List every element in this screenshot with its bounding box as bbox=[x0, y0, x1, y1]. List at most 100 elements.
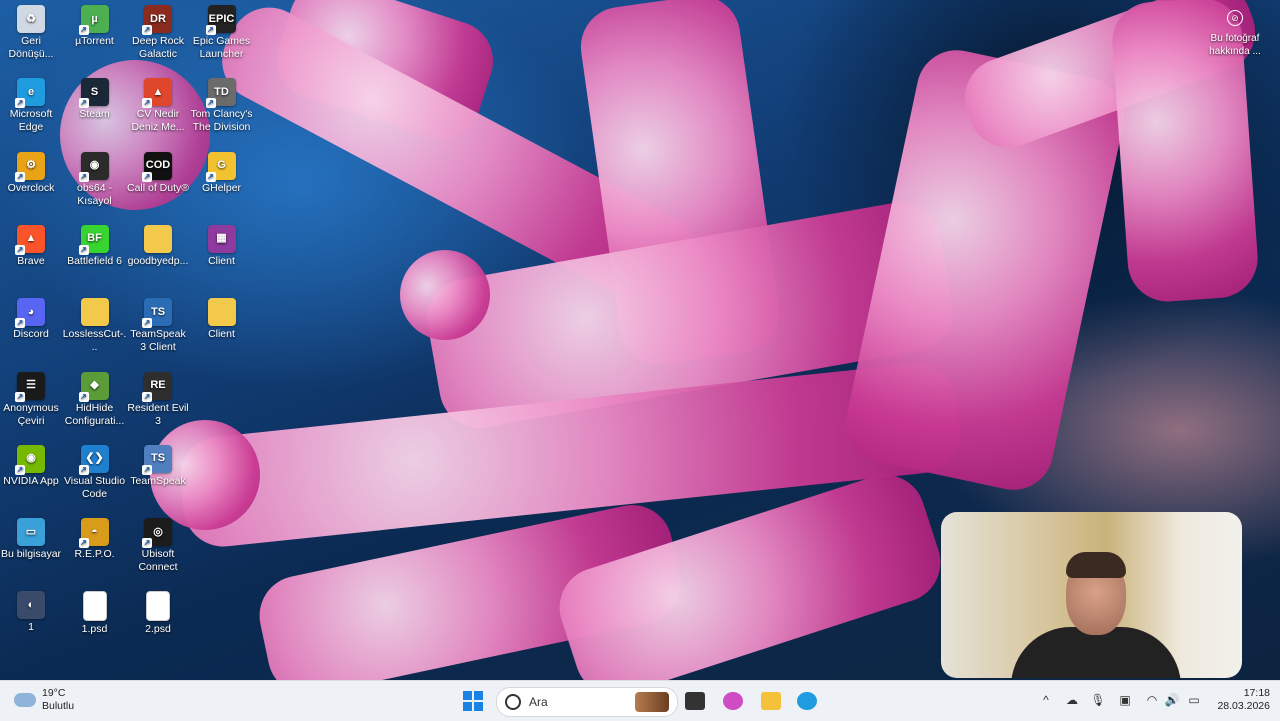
desktop-icon[interactable]: ▲ ↗ CV Nedir Deniz Me... bbox=[126, 73, 190, 134]
desktop-icon[interactable]: RE ↗ Resident Evil 3 bbox=[126, 367, 190, 428]
battery-icon[interactable]: ▭ bbox=[1185, 691, 1203, 709]
shortcut-arrow-icon: ↗ bbox=[78, 464, 89, 475]
anonymous-icon: ☰ ↗ bbox=[15, 371, 45, 402]
desktop-icon-label: HidHide Configurati... bbox=[64, 401, 125, 427]
edge-icon: e ↗ bbox=[15, 78, 45, 109]
overclock-icon: ⚙ ↗ bbox=[15, 151, 45, 182]
desktop-icon[interactable]: ❮❯ ↗ Visual Studio Code bbox=[63, 440, 127, 501]
desktop-icon[interactable]: ◎ ↗ Ubisoft Connect bbox=[126, 513, 190, 574]
taskbar-app-button[interactable] bbox=[757, 687, 785, 715]
search-placeholder: Ara bbox=[529, 695, 548, 709]
battlefield-icon: BF ↗ bbox=[78, 224, 109, 255]
icon-glyph: ◕ bbox=[27, 305, 35, 318]
desktop-icon[interactable]: S ↗ Steam bbox=[63, 73, 127, 121]
windows-logo-icon bbox=[463, 691, 483, 711]
search-box[interactable]: Ara bbox=[496, 687, 678, 717]
photo-info-button[interactable]: ⊘ Bu fotoğraf hakkında ... bbox=[1204, 8, 1266, 58]
taskbar-app-button[interactable] bbox=[793, 687, 821, 715]
desktop-icon[interactable]: COD ↗ Call of Duty® bbox=[126, 147, 190, 195]
desktop-icon[interactable]: TS ↗ TeamSpeak 3 Client bbox=[126, 293, 190, 354]
microphone-icon[interactable]: 🎙 bbox=[1089, 691, 1107, 709]
shortcut-arrow-icon: ↗ bbox=[142, 464, 152, 475]
desktop-icon[interactable]: 1.psd bbox=[63, 586, 127, 636]
desktop-icon[interactable]: µ ↗ µTorrent bbox=[63, 0, 127, 48]
shortcut-arrow-icon: ↗ bbox=[15, 244, 25, 255]
desktop-icon[interactable]: ▦ Client bbox=[190, 220, 254, 268]
shortcut-arrow-icon: ↗ bbox=[205, 25, 216, 35]
desktop-icon[interactable]: G ↗ GHelper bbox=[190, 147, 254, 195]
desktop-icon-label: Call of Duty® bbox=[126, 181, 189, 194]
shortcut-arrow-icon: ↗ bbox=[205, 98, 216, 109]
desktop-icon[interactable]: ☰ ↗ Anonymous Çeviri bbox=[0, 367, 63, 428]
desktop-icon[interactable]: LosslessCut-... bbox=[63, 293, 127, 354]
icon-glyph: µ bbox=[91, 12, 98, 25]
desktop-icon[interactable]: ◆ ↗ HidHide Configurati... bbox=[63, 367, 127, 428]
shortcut-arrow-icon: ↗ bbox=[78, 98, 89, 109]
desktop-icon-label: Steam bbox=[79, 108, 110, 121]
chevron-up-icon[interactable]: ^ bbox=[1037, 691, 1055, 709]
desktop-icon[interactable]: Client bbox=[190, 293, 254, 341]
desktop-icon[interactable]: TD ↗ Tom Clancy's The Division bbox=[190, 73, 254, 134]
desktop-icon[interactable]: ◐ 1 bbox=[0, 586, 63, 634]
shortcut-arrow-icon: ↗ bbox=[15, 98, 25, 109]
desktop-icon[interactable]: TS ↗ TeamSpeak bbox=[126, 440, 190, 488]
taskbar-app-button[interactable] bbox=[681, 687, 709, 715]
desktop-icon[interactable]: ◉ ↗ NVIDIA App bbox=[0, 440, 63, 488]
icon-glyph: G bbox=[217, 159, 226, 172]
division-icon: TD ↗ bbox=[205, 78, 236, 109]
desktop-icon[interactable]: ◓ ↗ R.E.P.O. bbox=[63, 513, 127, 561]
weather-widget[interactable]: 19°C Bulutlu bbox=[14, 687, 74, 713]
clock[interactable]: 17:18 28.03.2026 bbox=[1217, 687, 1270, 713]
teamspeak-icon: TS ↗ bbox=[142, 298, 172, 329]
icon-glyph: ☰ bbox=[26, 379, 36, 391]
shortcut-arrow-icon: ↗ bbox=[78, 391, 89, 402]
desktop-icon-label: Client bbox=[208, 254, 235, 267]
shortcut-arrow-icon: ↗ bbox=[142, 171, 152, 182]
desktop-icon[interactable]: ◕ ↗ Discord bbox=[0, 293, 63, 341]
desktop-icon-label: NVIDIA App bbox=[3, 474, 59, 487]
task-view-icon bbox=[685, 692, 705, 710]
shortcut-arrow-icon: ↗ bbox=[78, 244, 89, 255]
desktop-icon[interactable]: EPIC ↗ Epic Games Launcher bbox=[190, 0, 254, 61]
start-button[interactable] bbox=[459, 687, 487, 715]
security-icon[interactable]: ▣ bbox=[1116, 691, 1134, 709]
shortcut-arrow-icon: ↗ bbox=[142, 318, 152, 329]
desktop-icon[interactable]: e ↗ Microsoft Edge bbox=[0, 73, 63, 134]
desktop-icon-label: 1 bbox=[28, 621, 34, 634]
shortcut-arrow-icon: ↗ bbox=[142, 391, 152, 402]
icon-glyph: ♻ bbox=[26, 12, 36, 25]
desktop-icon-label: Bu bilgisayar bbox=[0, 548, 62, 561]
desktop-icon-label: R.E.P.O. bbox=[74, 548, 115, 561]
icon-glyph: ❮❯ bbox=[85, 452, 104, 465]
desktop-icon-label: Visual Studio Code bbox=[63, 474, 126, 500]
desktop-icon-label: Ubisoft Connect bbox=[138, 548, 178, 574]
desktop-icon-label: Brave bbox=[17, 254, 45, 267]
psd-file-icon bbox=[82, 591, 107, 622]
desktop-icon[interactable]: BF ↗ Battlefield 6 bbox=[63, 220, 127, 268]
desktop-icon[interactable]: ▲ ↗ Brave bbox=[0, 220, 63, 268]
icon-glyph: ◐ bbox=[27, 598, 35, 611]
desktop-icon[interactable]: ◉ ↗ obs64 - Kısayol bbox=[63, 147, 127, 208]
volume-icon[interactable]: 🔊 bbox=[1163, 691, 1181, 709]
desktop-icon[interactable]: goodbyedp... bbox=[126, 220, 190, 268]
desktop-icon[interactable]: ▭ Bu bilgisayar bbox=[0, 513, 63, 561]
icon-glyph: ◆ bbox=[90, 379, 99, 391]
weather-temp: 19°C bbox=[42, 687, 66, 699]
desktop-icon-label: Tom Clancy's The Division bbox=[190, 108, 253, 134]
desktop-icon[interactable]: ⚙ ↗ Overclock bbox=[0, 147, 63, 195]
icon-glyph: ◉ bbox=[89, 159, 100, 172]
desktop-icon[interactable]: 2.psd bbox=[126, 586, 190, 636]
taskbar-app-button[interactable] bbox=[719, 687, 747, 715]
icon-glyph: ◓ bbox=[91, 525, 98, 538]
desktop-icon[interactable]: DR ↗ Deep Rock Galactic bbox=[126, 0, 190, 61]
desktop-icon[interactable]: ♻ Geri Dönüşü... bbox=[0, 0, 63, 61]
desktop-icon-label: TeamSpeak bbox=[130, 474, 186, 487]
utorrent-icon: µ ↗ bbox=[78, 5, 109, 35]
icon-glyph: TD bbox=[214, 85, 229, 98]
shortcut-arrow-icon: ↗ bbox=[142, 538, 152, 549]
shortcut-arrow-icon: ↗ bbox=[78, 25, 89, 35]
wifi-icon[interactable]: ◠ bbox=[1143, 691, 1161, 709]
onedrive-icon[interactable]: ☁ bbox=[1063, 691, 1081, 709]
call-of-duty-icon: COD ↗ bbox=[142, 151, 172, 182]
brave-pdf-icon: ▲ ↗ bbox=[142, 78, 172, 109]
